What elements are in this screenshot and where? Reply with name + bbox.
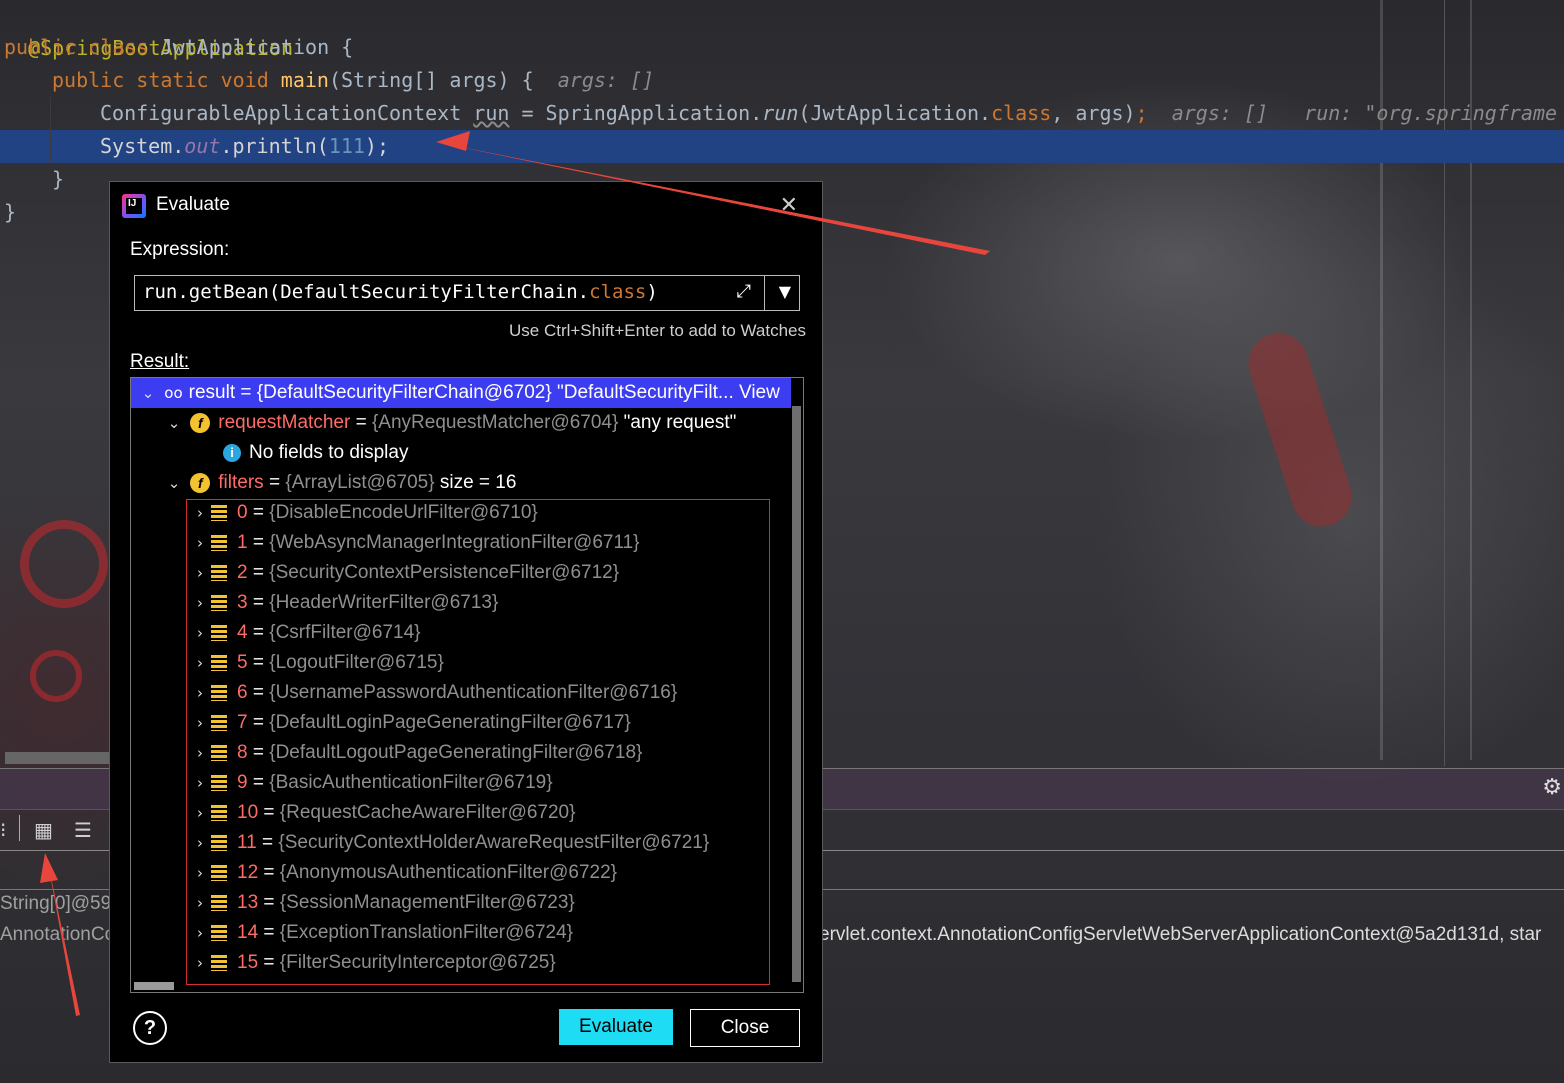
watches-icon[interactable]: ☰ [74,818,92,842]
code-line-1[interactable]: @SpringBootApplication [4,0,293,60]
result-tree[interactable]: ⌄ oo result = {DefaultSecurityFilterChain… [130,377,804,993]
expression-label: Expression: [130,239,230,260]
intellij-logo-icon: IJ [122,194,146,218]
evaluate-dialog: IJ Evaluate ✕ Expression: run.getBean(De… [109,181,823,1063]
chevron-down-icon[interactable]: ⌄ [137,378,159,408]
input-divider [764,276,765,310]
close-icon[interactable]: ✕ [780,192,798,218]
info-icon: i [223,443,241,462]
filter-icon[interactable]: ⁝ [0,818,6,842]
wallpaper-ring [20,520,108,608]
code-line-5[interactable]: System.out.println(111); [100,130,389,163]
editor-horizontal-scrollbar[interactable] [5,752,110,764]
watch-glasses-icon: oo [164,384,183,402]
code-line-2[interactable]: public class JwtApplication { [4,31,353,64]
toolbar-separator [19,815,20,841]
tree-vertical-scrollbar[interactable] [792,406,801,982]
indent-guide [50,97,51,163]
chevron-down-icon[interactable]: ⌄ [163,468,185,498]
help-button[interactable]: ? [133,1011,167,1045]
code-line-3[interactable]: public static void main(String[] args) {… [52,64,654,97]
variable-args[interactable]: String[0]@59 [0,893,111,915]
code-line-6[interactable]: } [52,163,64,196]
evaluate-expression-icon[interactable]: ▦ [34,818,53,842]
history-dropdown-icon[interactable]: ▼ [779,282,791,301]
evaluate-button[interactable]: Evaluate [559,1009,673,1045]
tree-row-result[interactable]: ⌄ oo result = {DefaultSecurityFilterChain… [131,378,791,408]
expression-input[interactable]: run.getBean(DefaultSecurityFilterChain.c… [134,275,800,311]
expression-text[interactable]: run.getBean(DefaultSecurityFilterChain.c… [143,281,658,303]
tree-row-filters[interactable]: ⌄ f filters = {ArrayList@6705} size = 16 [163,468,517,498]
field-icon: f [190,412,211,433]
watches-hint: Use Ctrl+Shift+Enter to add to Watches [508,321,806,340]
field-icon: f [190,472,211,493]
code-line-7[interactable]: } [4,196,16,229]
tree-row-no-fields: i No fields to display [223,438,408,468]
result-label: Result: [130,351,190,372]
variable-run-value: ervlet.context.AnnotationConfigServletWe… [819,924,1542,945]
wallpaper-ring [30,650,82,702]
expand-editor-icon[interactable]: ⤢ [737,281,751,302]
chevron-down-icon[interactable]: ⌄ [163,408,185,438]
tree-row-request-matcher[interactable]: ⌄ f requestMatcher = {AnyRequestMatcher@6… [163,408,737,438]
dialog-title: Evaluate [156,194,230,215]
gear-icon[interactable]: ⚙ [1542,775,1562,800]
close-button[interactable]: Close [690,1009,800,1047]
filters-highlight-box [186,499,770,985]
tree-horizontal-scrollbar[interactable] [134,982,174,990]
variable-run[interactable]: AnnotationCo [0,924,115,946]
code-line-4[interactable]: ConfigurableApplicationContext run = Spr… [100,97,1557,130]
